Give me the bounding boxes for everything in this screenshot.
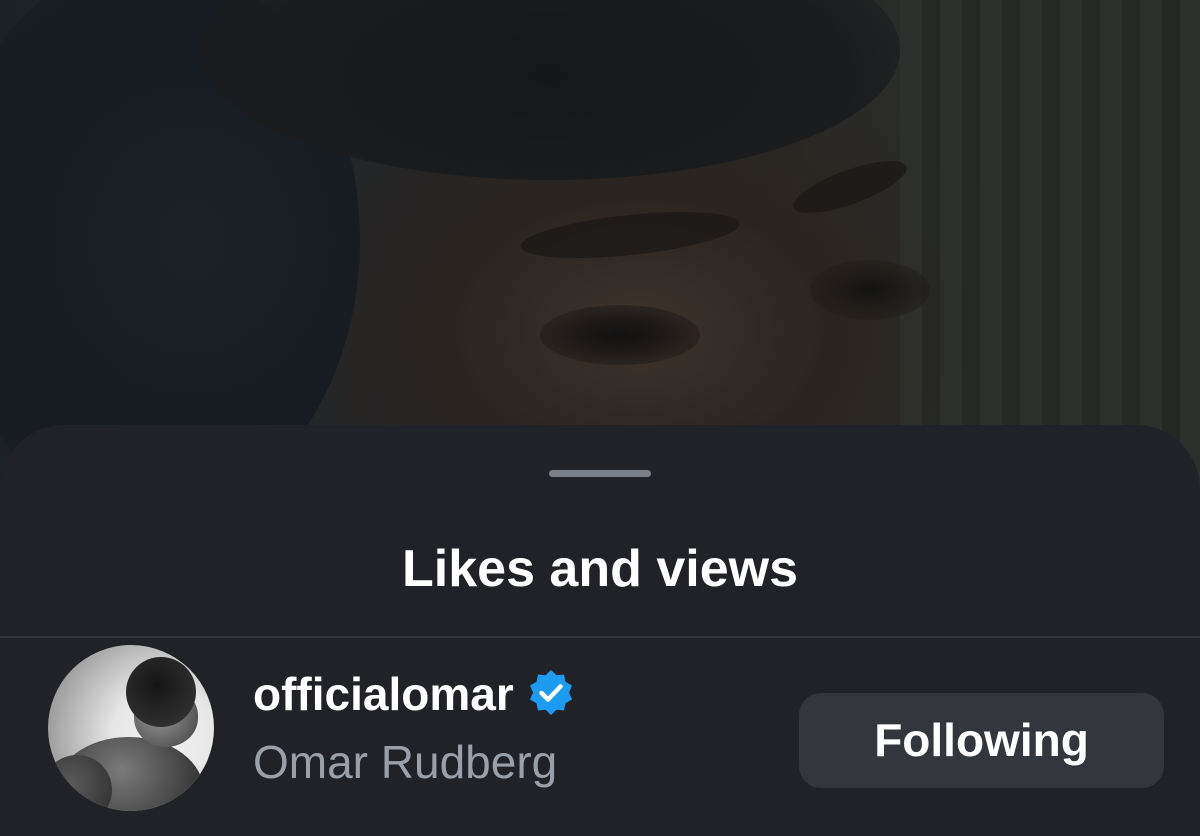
background-eye-shape-right (810, 260, 930, 320)
viewer-list-item[interactable]: officialomar Omar Rudberg Following (0, 638, 1200, 836)
avatar-figure-hair (126, 657, 196, 727)
sheet-grabber-handle[interactable] (549, 470, 651, 477)
background-brow-shape (518, 203, 742, 267)
likes-and-views-sheet: Likes and views officialomar Omar Rudber… (0, 425, 1200, 836)
background-brow-shape-right (787, 150, 913, 224)
following-button[interactable]: Following (799, 693, 1164, 788)
verified-badge-icon (524, 667, 578, 721)
username[interactable]: officialomar (253, 666, 514, 722)
avatar[interactable] (48, 645, 214, 811)
background-eye-shape (540, 305, 700, 365)
username-line: officialomar (253, 666, 578, 722)
sheet-title: Likes and views (402, 540, 798, 598)
screen: Likes and views officialomar Omar Rudber… (0, 0, 1200, 836)
full-name: Omar Rudberg (253, 736, 558, 788)
